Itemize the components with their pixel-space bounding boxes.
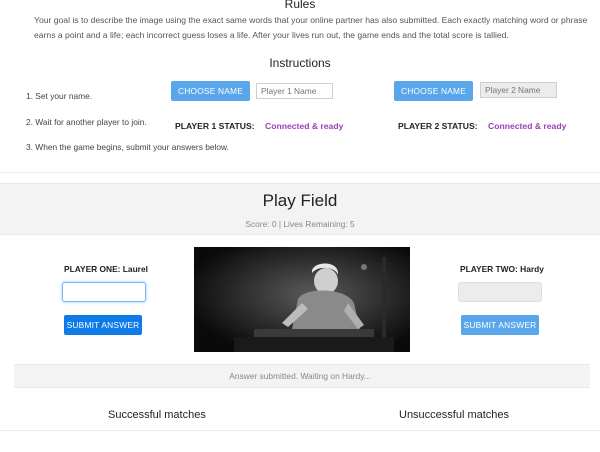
player-one-submit-button[interactable]: SUBMIT ANSWER [64,315,142,335]
player1-choose-name-button[interactable]: CHOOSE NAME [171,81,250,101]
player2-name-input [480,82,557,98]
section-divider [0,172,600,173]
player1-status-value: Connected & ready [265,121,344,131]
rules-text: Your goal is to describe the image using… [34,15,588,40]
player1-status-label: PLAYER 1 STATUS: [175,121,255,131]
results-divider [0,430,600,431]
waiting-message: Answer submitted. Waiting on Hardy... [229,371,371,381]
instruction-step-1: 1. Set your name. [26,91,93,101]
player-two-answer-input [458,282,542,302]
performer-photo [194,247,410,352]
player2-choose-name-button[interactable]: CHOOSE NAME [394,81,473,101]
game-image [194,247,410,352]
rules-title: Rules [284,0,316,11]
unsuccessful-matches-title: Unsuccessful matches [399,409,510,421]
player-one-answer-input[interactable] [62,282,146,302]
instructions-title: Instructions [269,56,331,70]
player1-status: PLAYER 1 STATUS: Connected & ready [175,116,343,134]
player-two-label: PLAYER TWO: Hardy [460,264,544,274]
successful-matches-title: Successful matches [108,409,206,421]
instruction-step-2: 2. Wait for another player to join. [26,117,147,127]
player2-status: PLAYER 2 STATUS: Connected & ready [398,116,566,134]
player-one-label: PLAYER ONE: Laurel [64,264,148,274]
player1-name-input[interactable] [256,83,333,99]
player2-status-value: Connected & ready [488,121,567,131]
score-text: Score: 0 | Lives Remaining: 5 [245,219,355,229]
instruction-step-3: 3. When the game begins, submit your ans… [26,142,229,152]
player2-status-label: PLAYER 2 STATUS: [398,121,478,131]
player-two-submit-button: SUBMIT ANSWER [461,315,539,335]
play-field-title: Play Field [262,191,338,210]
